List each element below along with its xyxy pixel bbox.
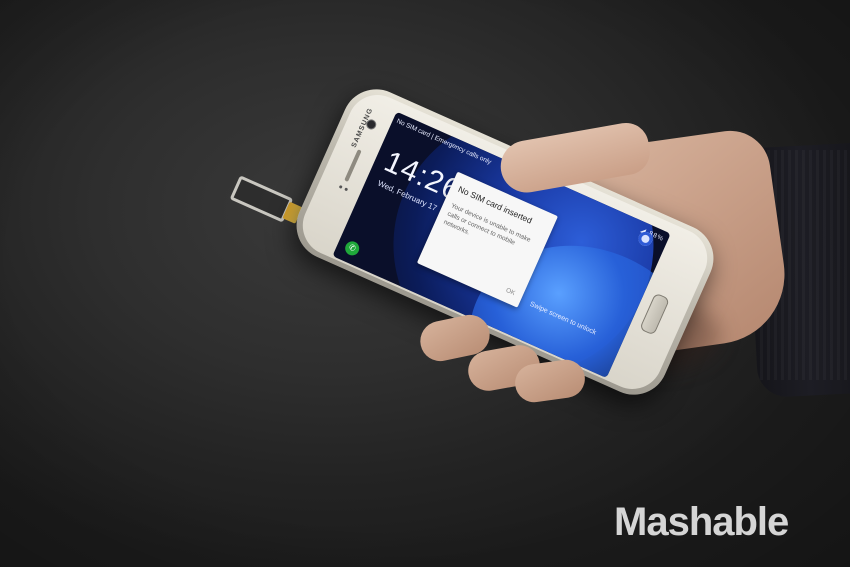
ok-button[interactable]: OK xyxy=(505,287,516,297)
mashable-watermark: Mashable xyxy=(614,500,789,544)
photo-scene: SAMSUNG No SIM card | Emergency calls on… xyxy=(0,0,850,567)
phone-shortcut-icon[interactable]: ✆ xyxy=(342,239,362,258)
sensor-dot xyxy=(344,187,349,192)
home-button[interactable] xyxy=(639,292,671,336)
earpiece-grille xyxy=(344,149,362,182)
sensor-dot xyxy=(338,184,343,189)
